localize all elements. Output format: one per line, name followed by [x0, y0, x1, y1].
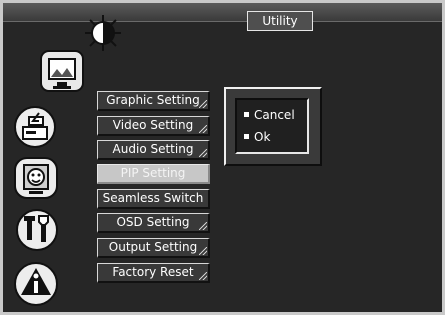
- menu-item-video-setting[interactable]: Video Setting: [97, 116, 210, 136]
- info-icon[interactable]: [13, 261, 59, 307]
- corner-grip-icon: [199, 222, 207, 230]
- corner-grip-icon: [199, 125, 207, 133]
- confirm-dialog: Cancel Ok: [224, 87, 322, 166]
- menu-item-pip-setting[interactable]: PIP Setting: [97, 164, 210, 184]
- menu-item-graphic-setting[interactable]: Graphic Setting: [97, 91, 210, 111]
- menu-item-label: Graphic Setting: [106, 93, 200, 107]
- corner-grip-icon: [199, 272, 207, 280]
- picture-icon[interactable]: [39, 49, 85, 93]
- menu-item-label: Seamless Switch: [102, 191, 204, 205]
- corner-grip-icon: [199, 100, 207, 108]
- menu-item-label: OSD Setting: [116, 215, 190, 229]
- bullet-icon: [244, 134, 249, 139]
- menu-item-label: Audio Setting: [112, 142, 194, 156]
- tools-icon[interactable]: [15, 208, 59, 252]
- menu-item-output-setting[interactable]: Output Setting: [97, 238, 210, 258]
- corner-grip-icon: [199, 149, 207, 157]
- cancel-option[interactable]: Cancel: [244, 108, 295, 122]
- menu-item-seamless-switch[interactable]: Seamless Switch: [97, 189, 210, 209]
- menu-item-label: PIP Setting: [120, 166, 186, 180]
- menu-item-label: Video Setting: [112, 118, 194, 132]
- menu-item-label: Output Setting: [108, 240, 198, 254]
- cancel-label: Cancel: [254, 108, 295, 122]
- confirm-options-panel: Cancel Ok: [235, 98, 309, 154]
- bullet-icon: [244, 112, 249, 117]
- face-icon[interactable]: [13, 156, 59, 200]
- menu-item-label: Factory Reset: [112, 265, 194, 279]
- ok-option[interactable]: Ok: [244, 130, 270, 144]
- corner-grip-icon: [199, 247, 207, 255]
- menu-item-audio-setting[interactable]: Audio Setting: [97, 140, 210, 160]
- menu-item-factory-reset[interactable]: Factory Reset: [97, 263, 210, 283]
- ok-label: Ok: [254, 130, 271, 144]
- menu-item-osd-setting[interactable]: OSD Setting: [97, 213, 210, 233]
- top-bar: [3, 3, 442, 22]
- page-title: Utility: [247, 11, 313, 31]
- osd-screen: Utility Graphic Setting Video Setting Au…: [3, 3, 442, 312]
- input-source-icon[interactable]: [13, 105, 57, 149]
- brightness-contrast-icon[interactable]: [83, 13, 123, 53]
